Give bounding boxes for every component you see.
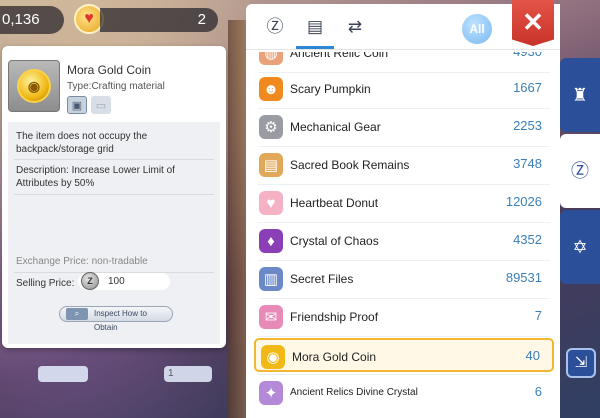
item-info-icon[interactable]: ▣ bbox=[67, 96, 87, 114]
item-quantity: 12026 bbox=[505, 194, 542, 209]
inventory-panel: Ⓩ ▤ ⇄ All ◍ Ancient Relic Coin 4930 ☻ Scary … bbox=[246, 4, 560, 418]
item-row[interactable]: ▥ Secret Files 89531 bbox=[254, 262, 554, 296]
exchange-price: Exchange Price: non-tradable bbox=[16, 256, 148, 267]
item-name: Heartbeat Donut bbox=[290, 196, 379, 210]
item-name: Secret Files bbox=[290, 272, 354, 286]
item-icon-frame: ◉ bbox=[8, 60, 60, 112]
money-bag-icon: Ⓩ bbox=[571, 161, 589, 181]
item-row[interactable]: ♥ Heartbeat Donut 12026 bbox=[254, 186, 554, 220]
item-row[interactable]: ✉ Friendship Proof 7 bbox=[254, 300, 554, 334]
inspect-label: Inspect How to Obtain bbox=[94, 309, 147, 332]
item-name: Friendship Proof bbox=[290, 310, 379, 324]
item-quantity: 4930 bbox=[513, 52, 542, 59]
item-quantity: 1667 bbox=[513, 80, 542, 95]
donut-icon: ♥ bbox=[259, 191, 283, 215]
row-divider bbox=[258, 260, 550, 261]
side-tab-cards[interactable]: ✡ bbox=[560, 210, 600, 284]
row-divider bbox=[258, 374, 550, 375]
divider bbox=[14, 159, 214, 160]
divider bbox=[14, 194, 214, 195]
item-quantity: 4352 bbox=[513, 232, 542, 247]
book-remains-icon: ▤ bbox=[259, 153, 283, 177]
item-detail-header: ◉ Mora Gold Coin Type:Crafting material … bbox=[2, 46, 226, 122]
tab-exchange[interactable]: ⇄ bbox=[342, 14, 368, 40]
item-name: Scary Pumpkin bbox=[290, 82, 371, 96]
tab-storage[interactable]: ▤ bbox=[296, 14, 334, 49]
item-row[interactable]: ⚙ Mechanical Gear 2253 bbox=[254, 110, 554, 144]
side-tab-items[interactable]: Ⓩ bbox=[560, 134, 600, 208]
zeny-coin-icon: Z bbox=[81, 272, 99, 290]
item-row[interactable]: ☻ Scary Pumpkin 1667 bbox=[254, 72, 554, 106]
item-row[interactable]: ▤ Sacred Book Remains 3748 bbox=[254, 148, 554, 182]
crystal-icon: ♦ bbox=[259, 229, 283, 253]
row-divider bbox=[258, 184, 550, 185]
item-name: Ancient Relics Divine Crystal bbox=[290, 387, 418, 398]
row-divider bbox=[258, 336, 550, 337]
item-quantity: 7 bbox=[534, 308, 542, 323]
item-quantity: 2253 bbox=[513, 118, 542, 133]
gear-icon: ⚙ bbox=[259, 115, 283, 139]
gold-coin-icon: ◉ bbox=[261, 345, 285, 369]
item-name: Mechanical Gear bbox=[290, 120, 381, 134]
item-quantity: 6 bbox=[534, 384, 542, 399]
item-quantity: 3748 bbox=[513, 156, 542, 171]
item-preview-icon[interactable]: ▭ bbox=[91, 96, 111, 114]
relic-coin-icon: ◍ bbox=[259, 52, 283, 65]
shrink-icon: ⇲ bbox=[574, 354, 588, 371]
item-row[interactable]: ◍ Ancient Relic Coin 4930 bbox=[254, 52, 554, 70]
heart-count-display: 2 bbox=[100, 8, 218, 32]
inspect-icon: ⌕ bbox=[66, 308, 88, 320]
storage-tab-icon: ▤ bbox=[306, 17, 324, 36]
item-detail-card: ◉ Mora Gold Coin Type:Crafting material … bbox=[2, 46, 226, 348]
selling-price-label: Selling Price: bbox=[16, 278, 75, 289]
item-quantity: 89531 bbox=[505, 270, 542, 285]
item-name: Sacred Book Remains bbox=[290, 158, 410, 172]
background-slot-right: 1 bbox=[164, 366, 212, 382]
row-divider bbox=[258, 298, 550, 299]
item-name: Ancient Relic Coin bbox=[290, 52, 389, 60]
proof-icon: ✉ bbox=[259, 305, 283, 329]
hexagram-icon: ✡ bbox=[572, 237, 588, 257]
exchange-tab-icon: ⇄ bbox=[347, 17, 363, 36]
item-row[interactable]: ♦ Crystal of Chaos 4352 bbox=[254, 224, 554, 258]
row-divider bbox=[258, 222, 550, 223]
backpack-icon: ♜ bbox=[571, 85, 589, 105]
shrink-button[interactable]: ⇲ bbox=[566, 348, 596, 378]
background-slot-left bbox=[38, 366, 88, 382]
gold-coin-icon: ◉ bbox=[17, 69, 51, 103]
item-row[interactable]: ◉ Mora Gold Coin 40 bbox=[254, 338, 554, 372]
pumpkin-icon: ☻ bbox=[259, 77, 283, 101]
files-icon: ▥ bbox=[259, 267, 283, 291]
item-description: Description: Increase Lower Limit of Att… bbox=[16, 165, 175, 189]
item-quantity: 40 bbox=[525, 348, 540, 363]
close-button[interactable]: ✕ bbox=[512, 0, 554, 46]
item-storage-note: The item does not occupy the backpack/st… bbox=[16, 131, 148, 155]
divine-crystal-icon: ✦ bbox=[259, 381, 283, 405]
row-divider bbox=[258, 146, 550, 147]
currency-display: 0,136 bbox=[0, 6, 64, 34]
row-divider bbox=[258, 108, 550, 109]
inspect-how-to-obtain-button[interactable]: ⌕ Inspect How to Obtain bbox=[59, 306, 173, 332]
filter-all-button[interactable]: All bbox=[462, 14, 492, 44]
zeny-tab-icon: Ⓩ bbox=[266, 17, 284, 36]
item-name: Crystal of Chaos bbox=[290, 234, 379, 248]
item-name: Mora Gold Coin bbox=[67, 63, 152, 77]
item-detail-body: The item does not occupy the backpack/st… bbox=[8, 122, 220, 344]
item-type: Type:Crafting material bbox=[67, 81, 165, 92]
tab-zeny[interactable]: Ⓩ bbox=[262, 14, 288, 40]
item-name: Mora Gold Coin bbox=[292, 350, 377, 364]
item-row[interactable]: ✦ Ancient Relics Divine Crystal 6 bbox=[254, 376, 554, 410]
item-list: ◍ Ancient Relic Coin 4930 ☻ Scary Pumpkin 166… bbox=[254, 52, 554, 414]
side-tab-backpack[interactable]: ♜ bbox=[560, 58, 600, 132]
